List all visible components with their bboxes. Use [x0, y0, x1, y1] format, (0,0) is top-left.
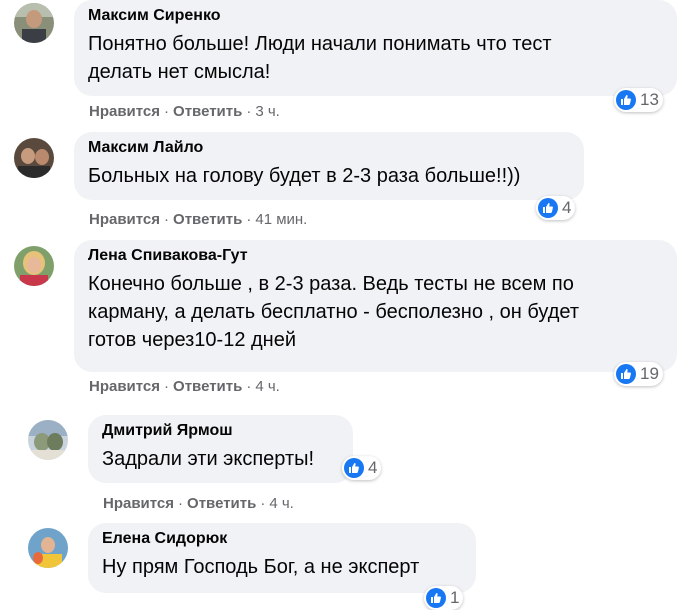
comment-actions: Нравится · Ответить · 3 ч. — [89, 103, 280, 120]
comment-author[interactable]: Лена Спивакова-Гут — [88, 246, 663, 266]
thumbs-up-icon — [538, 198, 558, 218]
comment-text-line: Конечно больше , в 2-3 раза. Ведь тесты … — [88, 273, 574, 295]
reaction-count[interactable]: 4 — [536, 196, 576, 220]
comment-actions: Нравится · Ответить · 4 ч. — [89, 378, 280, 395]
comment-author[interactable]: Максим Лайло — [88, 138, 570, 158]
comment-author[interactable]: Дмитрий Ярмош — [102, 421, 339, 441]
comment-author[interactable]: Максим Сиренко — [88, 6, 663, 26]
reply-link[interactable]: Ответить — [187, 495, 256, 512]
reaction-number: 1 — [450, 588, 460, 607]
comment-time[interactable]: 41 мин. — [255, 211, 307, 228]
avatar[interactable] — [28, 420, 68, 460]
comment-text: Ну прям Господь Бог, а не эксперт — [102, 553, 462, 581]
reaction-count[interactable]: 4 — [342, 456, 382, 480]
reaction-count[interactable]: 1 — [424, 586, 464, 610]
avatar[interactable] — [14, 246, 54, 286]
comment-text: Больных на голову будет в 2-3 раза больш… — [88, 162, 570, 190]
comment-time[interactable]: 3 ч. — [255, 103, 280, 120]
reply-link[interactable]: Ответить — [173, 378, 242, 395]
like-link[interactable]: Нравится — [89, 103, 160, 120]
comment-text-line: готов через10-12 дней — [88, 329, 297, 351]
comment-text-line: делать нет смысла! — [88, 61, 271, 83]
thumbs-up-icon — [426, 588, 446, 608]
comment-text-line: Понятно больше! Люди начали понимать что… — [88, 33, 552, 55]
thumbs-up-icon — [616, 90, 636, 110]
like-link[interactable]: Нравится — [89, 378, 160, 395]
like-link[interactable]: Нравится — [103, 495, 174, 512]
reaction-count[interactable]: 13 — [614, 88, 663, 112]
comment-text-line: Ну прям Господь Бог, а не эксперт — [102, 556, 420, 578]
reaction-number: 4 — [368, 458, 378, 477]
reply-link[interactable]: Ответить — [173, 211, 242, 228]
comment-time[interactable]: 4 ч. — [255, 378, 280, 395]
avatar[interactable] — [14, 138, 54, 178]
comment-text-line: Задрали эти эксперты! — [102, 448, 315, 470]
comment-text: Конечно больше , в 2-3 раза. Ведь тесты … — [88, 270, 663, 354]
like-link[interactable]: Нравится — [89, 211, 160, 228]
reaction-number: 4 — [562, 198, 572, 217]
reaction-count[interactable]: 19 — [614, 362, 663, 386]
comment-actions: Нравится · Ответить · 4 ч. — [103, 495, 294, 512]
comment-text-line: Больных на голову будет в 2-3 раза больш… — [88, 165, 521, 187]
comment-bubble: Максим Лайло Больных на голову будет в 2… — [74, 132, 584, 200]
reaction-number: 19 — [640, 364, 659, 383]
comment-bubble: Елена Сидорюк Ну прям Господь Бог, а не … — [88, 523, 476, 593]
comment-bubble: Лена Спивакова-Гут Конечно больше , в 2-… — [74, 240, 677, 372]
comment-text: Задрали эти эксперты! — [102, 445, 339, 473]
comment-bubble: Дмитрий Ярмош Задрали эти эксперты! — [88, 415, 353, 483]
avatar[interactable] — [28, 528, 68, 568]
comment-text-line: карману, а делать бесплатно - бесполезно… — [88, 301, 579, 323]
comment-author[interactable]: Елена Сидорюк — [102, 529, 462, 549]
comment-text: Понятно больше! Люди начали понимать что… — [88, 30, 663, 86]
reply-link[interactable]: Ответить — [173, 103, 242, 120]
reaction-number: 13 — [640, 90, 659, 109]
comment-time[interactable]: 4 ч. — [269, 495, 294, 512]
avatar[interactable] — [14, 3, 54, 43]
comment-actions: Нравится · Ответить · 41 мин. — [89, 211, 308, 228]
thumbs-up-icon — [344, 458, 364, 478]
comment-bubble: Максим Сиренко Понятно больше! Люди нача… — [74, 0, 677, 96]
thumbs-up-icon — [616, 364, 636, 384]
